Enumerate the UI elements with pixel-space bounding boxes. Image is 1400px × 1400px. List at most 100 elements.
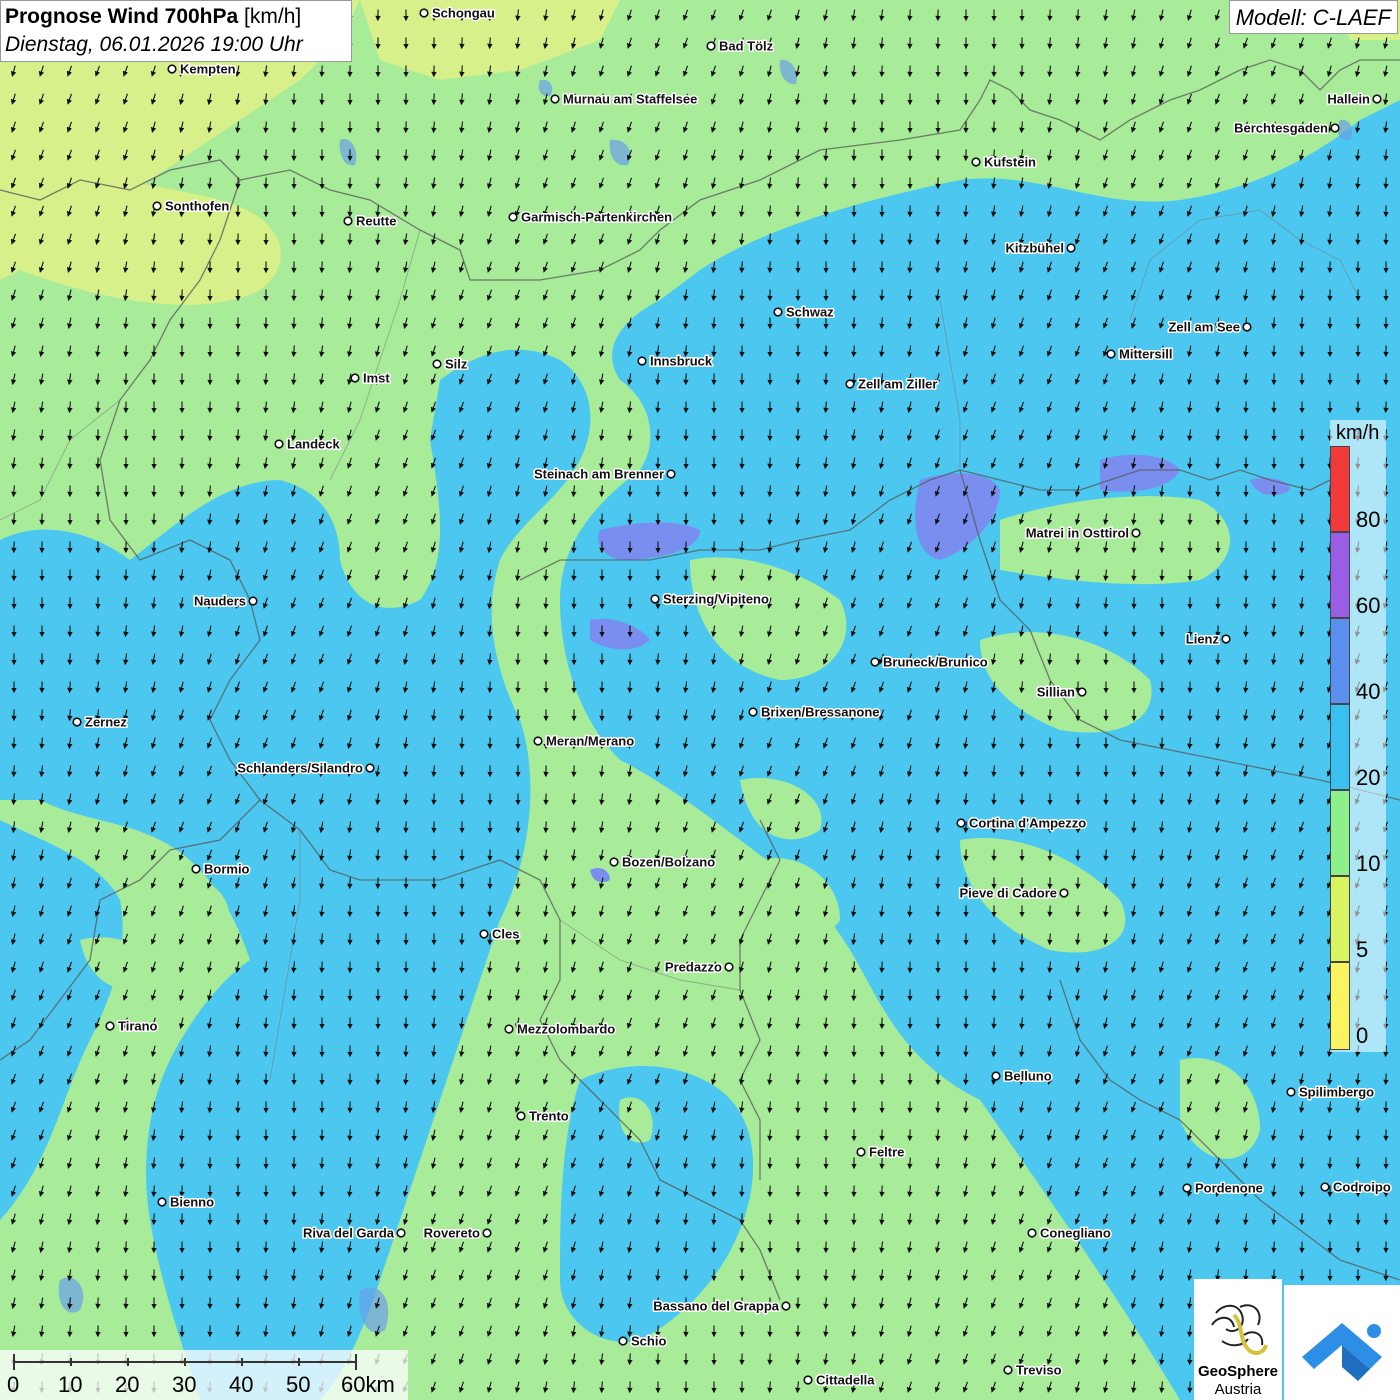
scale-tick-20: 20 <box>115 1372 140 1397</box>
city-marker: Zell am See <box>1167 318 1252 336</box>
wind-arrow <box>655 401 661 414</box>
wind-arrow <box>963 821 969 834</box>
city-dot <box>504 1024 514 1034</box>
model-label: Modell: C-LAEF <box>1228 0 1398 34</box>
city-label: Sillian <box>1037 685 1075 700</box>
wind-arrow <box>655 653 661 666</box>
city-label: Lienz <box>1186 632 1220 647</box>
wind-arrow <box>1243 1269 1249 1282</box>
legend-label-40: 40 <box>1356 679 1381 704</box>
city-dot <box>533 736 543 746</box>
wind-arrow <box>11 513 17 526</box>
wind-arrow <box>263 1017 269 1030</box>
map-title-main: Prognose Wind 700hPa <box>5 5 239 28</box>
city-label: Pordenone <box>1195 1181 1263 1196</box>
wind-arrow <box>767 485 773 498</box>
city-marker: Riva del Garda <box>301 1224 406 1242</box>
city-label: Steinach am Brenner <box>534 467 664 482</box>
city-label: Silz <box>445 357 468 372</box>
city-marker: Schlanders/Silandro <box>236 759 375 777</box>
city-label: Sonthofen <box>165 199 229 214</box>
wind-arrow <box>319 289 325 302</box>
city-label: Schwaz <box>786 305 834 320</box>
city-dot <box>1106 349 1116 359</box>
wind-arrow <box>907 261 913 274</box>
city-dot <box>1027 1228 1037 1238</box>
city-dot <box>396 1228 406 1238</box>
city-dot <box>609 857 619 867</box>
city-marker: Meran/Merano <box>533 732 636 750</box>
city-dot <box>105 1021 115 1031</box>
wind-arrow <box>1243 625 1249 638</box>
wind-arrow <box>823 401 829 414</box>
wind-arrow <box>823 1045 829 1058</box>
city-dot <box>482 1228 492 1238</box>
city-label: Bienno <box>170 1195 214 1210</box>
wind-arrow <box>487 933 493 946</box>
city-label: Schongau <box>432 6 495 21</box>
city-dot <box>508 212 518 222</box>
scale-tick-10: 10 <box>58 1372 83 1397</box>
wind-arrow <box>935 1129 941 1142</box>
wind-arrow <box>235 1325 241 1338</box>
wind-arrow <box>67 681 73 694</box>
city-dot <box>748 707 758 717</box>
wind-arrow <box>963 177 969 190</box>
city-label: Bassano del Grappa <box>653 1299 779 1314</box>
wind-arrow <box>1159 513 1165 526</box>
legend-bin-0 <box>1330 962 1350 1050</box>
city-dot <box>1066 243 1076 253</box>
city-label: Nauders <box>194 594 246 609</box>
wind-arrow <box>151 1185 157 1198</box>
wind-arrow <box>1019 989 1025 1002</box>
wind-arrow <box>711 317 717 330</box>
scale-tick-0: 0 <box>7 1372 20 1397</box>
wind-arrow <box>123 345 129 358</box>
city-dot <box>706 41 716 51</box>
city-dot <box>419 8 429 18</box>
city-label: Kitzbühel <box>1006 241 1065 256</box>
warning-app-logo[interactable] <box>1284 1285 1400 1400</box>
city-label: Trento <box>529 1109 569 1124</box>
legend-label-0: 0 <box>1356 1023 1369 1048</box>
city-label: Landeck <box>287 437 341 452</box>
city-dot <box>72 717 82 727</box>
city-dot <box>350 373 360 383</box>
wind-arrow <box>459 961 465 974</box>
map-canvas: Schongau Bad Tölz Kempten Hallein Murnau am … <box>0 0 1400 1400</box>
scale-tick-60: 60km <box>341 1372 395 1397</box>
city-label: Cles <box>492 927 519 942</box>
city-dot <box>637 356 647 366</box>
wind-arrow <box>179 513 185 526</box>
forecast-datetime: Dienstag, 06.01.2026 19:00 Uhr <box>5 33 303 56</box>
wind-arrow <box>1019 93 1025 106</box>
city-label: Bruneck/Brunico <box>883 655 988 670</box>
wind-arrow <box>851 345 857 358</box>
city-label: Mezzolombardo <box>517 1022 615 1037</box>
city-label: Berchtesgaden <box>1234 121 1328 136</box>
wind-arrow <box>515 625 521 638</box>
legend-label-10: 10 <box>1356 851 1381 876</box>
city-label: Imst <box>363 371 390 386</box>
wind-arrow <box>711 1213 717 1226</box>
wind-arrow <box>1047 933 1053 946</box>
map-title-unit: [km/h] <box>244 5 302 28</box>
wind-arrow <box>851 1241 857 1254</box>
city-marker: Garmisch-Partenkirchen <box>508 208 674 226</box>
wind-arrow <box>1355 205 1361 218</box>
city-dot <box>274 439 284 449</box>
wind-arrow <box>235 1073 241 1086</box>
geosphere-logo[interactable]: GeoSphere Austria <box>1194 1279 1282 1400</box>
city-label: Schio <box>631 1334 666 1349</box>
color-legend: km/h 80 60 40 20 10 5 0 <box>1330 420 1386 1052</box>
city-label: Treviso <box>1016 1363 1062 1378</box>
map-title: Prognose Wind 700hPa [km/h] <box>5 3 347 31</box>
wind-arrow <box>571 541 577 554</box>
wind-arrow <box>1299 289 1305 302</box>
wind-arrow <box>599 485 605 498</box>
city-marker: Bozen/Bolzano <box>609 853 717 871</box>
wind-arrow <box>179 1157 185 1170</box>
wind-arrow <box>935 849 941 862</box>
city-label: Bormio <box>204 862 250 877</box>
city-dot <box>550 94 560 104</box>
